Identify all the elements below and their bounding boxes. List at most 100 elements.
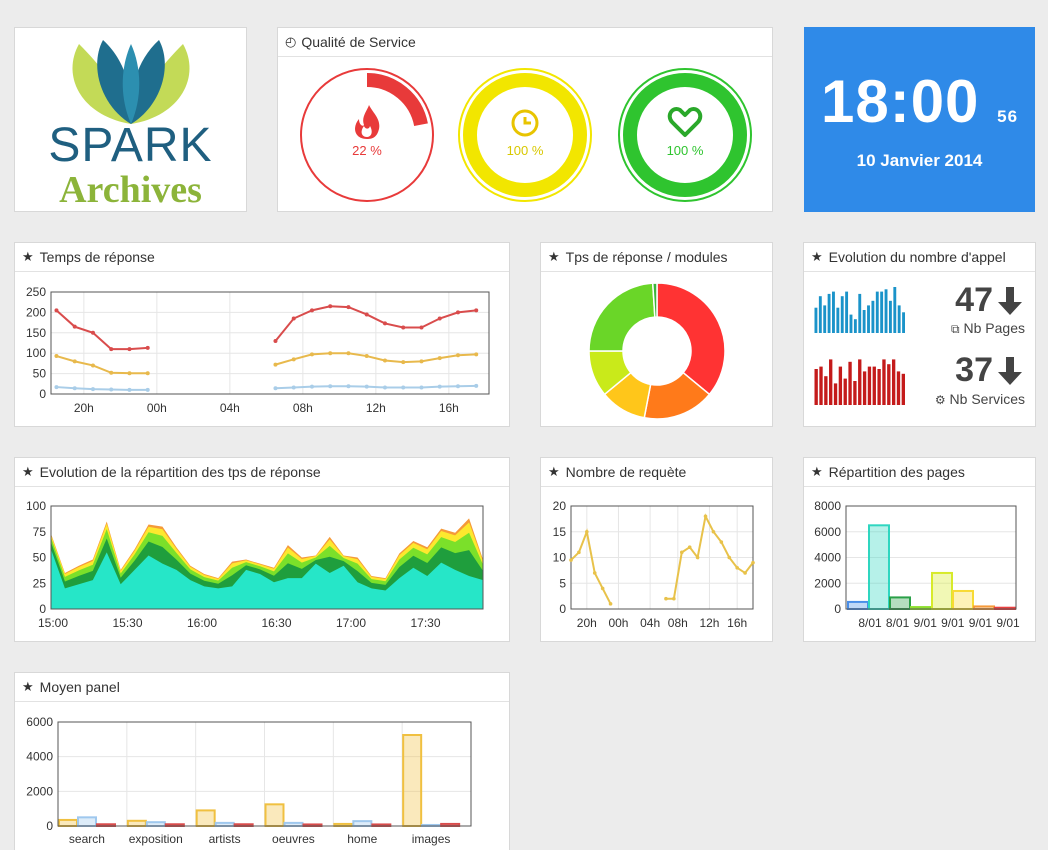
- data-point: [455, 384, 460, 389]
- data-point: [54, 354, 59, 359]
- star-icon: ★: [22, 249, 34, 264]
- y-tick-label: 5: [559, 576, 566, 590]
- data-point: [346, 305, 351, 310]
- data-point: [719, 540, 724, 544]
- logo-panel: SPARK Archives: [14, 27, 247, 212]
- pages-sparkline: [814, 287, 905, 333]
- clock-time: 18:00: [820, 68, 980, 135]
- x-tick-label: 17:00: [336, 616, 366, 630]
- series-line: [55, 309, 148, 351]
- spark-bar: [880, 291, 884, 333]
- spark-bar: [893, 287, 897, 333]
- pages-count: 47: [955, 281, 993, 319]
- bar: [847, 600, 869, 610]
- data-point: [735, 566, 739, 570]
- data-point: [291, 357, 296, 362]
- requetes-header: ★ Nombre de requète: [541, 458, 772, 487]
- copy-icon: ⧉: [951, 322, 960, 336]
- data-point: [382, 358, 387, 363]
- x-tick-label: 9/01: [914, 616, 938, 630]
- data-point: [328, 351, 333, 356]
- data-point: [437, 316, 442, 321]
- modules-panel: ★ Tps de réponse / modules: [540, 242, 773, 427]
- y-tick-label: 150: [26, 326, 46, 340]
- x-tick-label: 04h: [220, 401, 240, 415]
- spark-bar: [838, 366, 843, 405]
- y-tick-label: 0: [834, 602, 841, 616]
- y-tick-label: 25: [33, 576, 47, 590]
- y-tick-label: 6000: [814, 525, 841, 539]
- qos-header: ◴ Qualité de Service: [278, 28, 772, 57]
- data-point: [109, 387, 114, 392]
- bar: [868, 524, 890, 610]
- spark-bar: [849, 314, 853, 333]
- x-tick-label: 15:00: [38, 616, 68, 630]
- data-point: [455, 310, 460, 315]
- spark-bar: [871, 300, 875, 333]
- x-tick-label: 16h: [727, 616, 747, 630]
- y-tick-label: 200: [26, 305, 46, 319]
- spark-bar: [836, 307, 840, 333]
- data-point: [72, 359, 77, 364]
- qos-title: Qualité de Service: [301, 34, 416, 50]
- clock-date: 10 Janvier 2014: [856, 151, 983, 170]
- clock-seconds: 56: [997, 107, 1019, 126]
- series-line: [56, 355, 148, 375]
- spark-bar: [887, 364, 891, 405]
- repartition-header: ★ Evolution de la répartition des tps de …: [15, 458, 509, 487]
- spark-bar: [814, 369, 818, 405]
- data-point: [72, 386, 77, 391]
- spark-bar: [896, 371, 901, 405]
- x-tick-label: 16:30: [261, 616, 291, 630]
- x-tick-label: 15:30: [112, 616, 142, 630]
- data-point: [54, 385, 59, 390]
- data-point: [664, 596, 668, 601]
- x-tick-label: 9/01: [996, 616, 1020, 630]
- services-count: 37: [955, 351, 993, 389]
- data-point: [145, 371, 150, 376]
- pages-panel: ★ Répartition des pages 0 2000 4000 6000 8000…: [803, 457, 1036, 642]
- y-tick-label: 8000: [814, 499, 841, 513]
- bar: [126, 819, 147, 828]
- bar: [931, 571, 953, 610]
- bar: [264, 803, 285, 828]
- y-tick-label: 0: [39, 602, 46, 616]
- x-tick-label: 08h: [293, 401, 313, 415]
- spark-bar: [827, 293, 831, 333]
- x-tick-label: 00h: [608, 616, 628, 630]
- y-tick-label: 50: [33, 367, 47, 381]
- bar: [77, 816, 97, 828]
- arrow-down-icon: [998, 356, 1022, 385]
- y-tick-label: 250: [26, 285, 46, 299]
- y-tick-label: 0: [39, 387, 46, 401]
- modules-title: Tps de réponse / modules: [565, 249, 728, 265]
- spark-bar: [862, 310, 866, 333]
- data-point: [474, 383, 479, 388]
- data-point: [127, 387, 132, 392]
- spark-bar: [867, 366, 872, 405]
- data-point: [364, 384, 369, 389]
- spark-bar: [833, 383, 838, 405]
- y-tick-label: 2000: [814, 576, 841, 590]
- data-point: [364, 354, 369, 359]
- temps-panel: ★ Temps de réponse 20h 00h 04h 08h 12h 16h 0 50 1…: [14, 242, 510, 427]
- gauge-percent: 100 %: [507, 143, 544, 158]
- bar: [58, 818, 78, 828]
- pages-chart: 020004000600080008/01 8/01 9/01 9/01 9/01 9/0…: [814, 499, 1020, 630]
- moyen-header: ★ Moyen panel: [15, 673, 509, 702]
- star-icon: ★: [22, 679, 34, 694]
- spark-bar: [882, 359, 886, 405]
- heart-icon: [667, 107, 703, 137]
- x-tick-label: exposition: [129, 832, 183, 846]
- spark-bar: [853, 319, 857, 333]
- spark-bar: [867, 305, 870, 333]
- spark-bar: [845, 291, 849, 333]
- x-tick-label: 8/01: [858, 616, 882, 630]
- cogs-icon: ⚙: [934, 393, 946, 407]
- x-tick-label: 16:00: [187, 616, 217, 630]
- data-point: [346, 384, 351, 389]
- data-point: [291, 316, 296, 321]
- data-point: [474, 352, 479, 357]
- y-tick-label: 6000: [26, 715, 53, 729]
- x-tick-label: oeuvres: [272, 832, 315, 846]
